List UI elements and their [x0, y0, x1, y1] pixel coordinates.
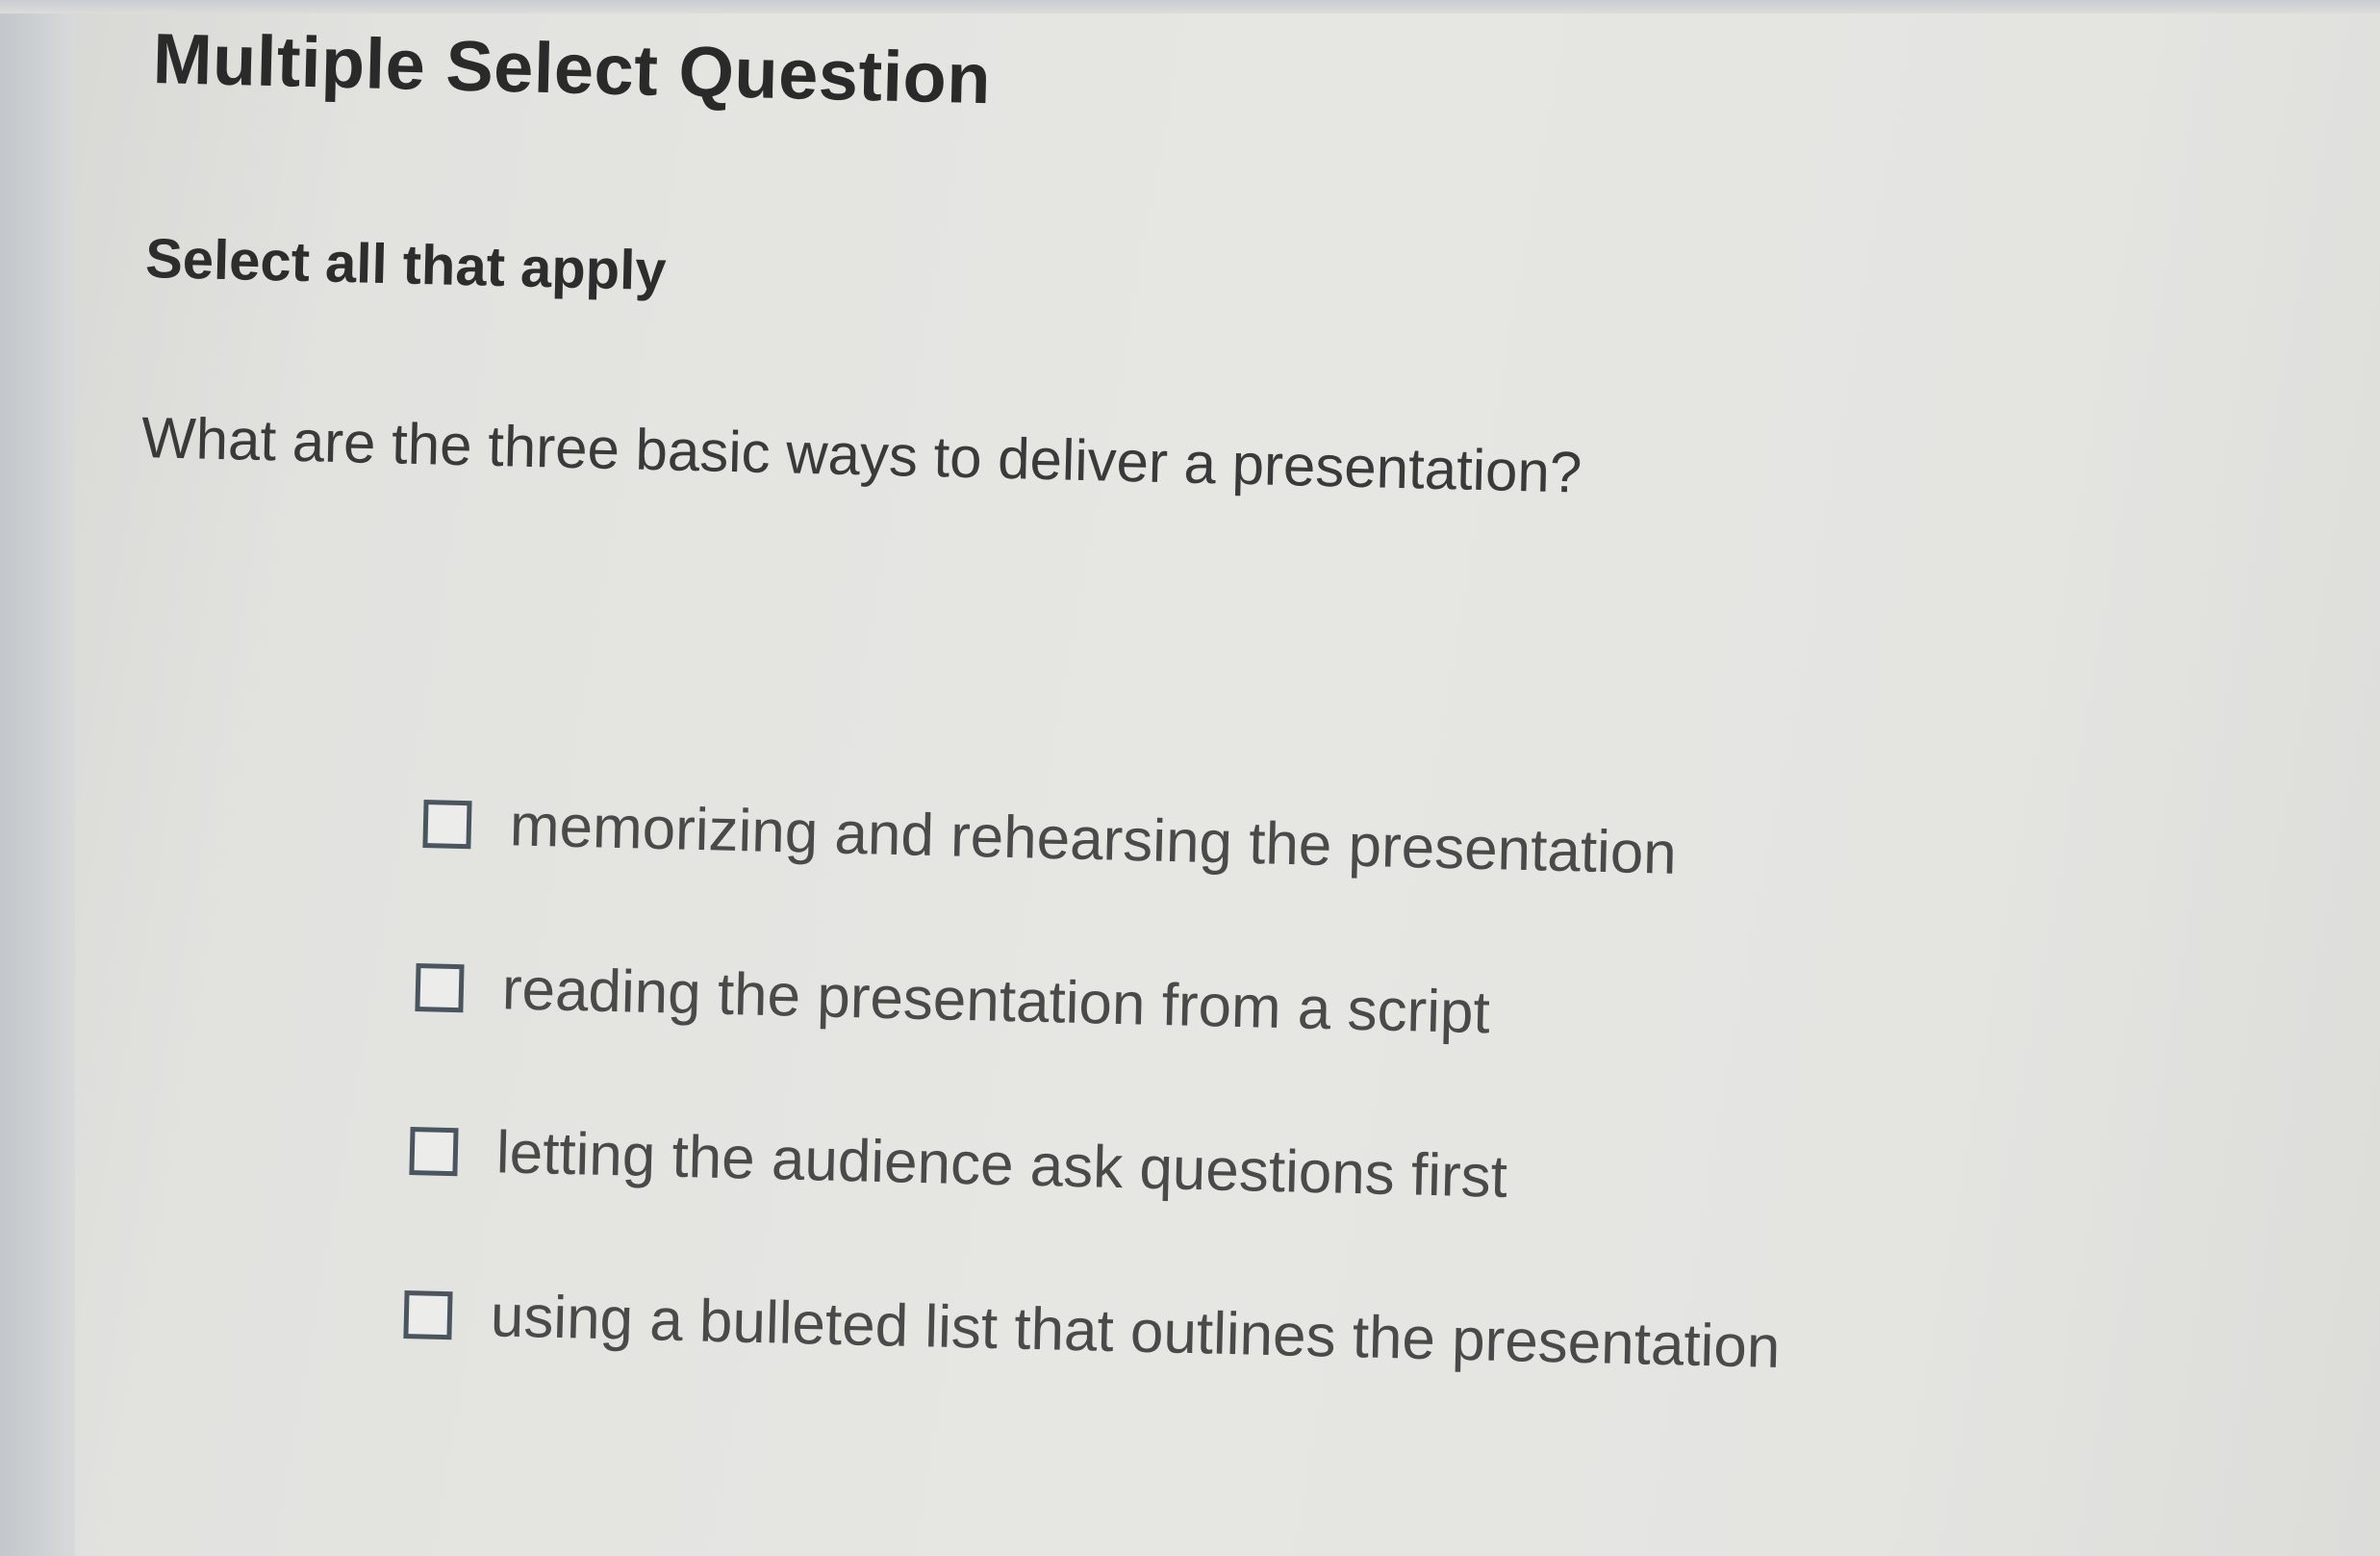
answer-option-label: memorizing and rehearsing the presentati… — [509, 792, 1678, 887]
checkbox[interactable] — [422, 799, 472, 849]
answer-option-memorizing[interactable]: memorizing and rehearsing the presentati… — [422, 789, 1678, 888]
answer-option-label: using a bulleted list that outlines the … — [490, 1283, 1782, 1381]
checkbox[interactable] — [409, 1126, 459, 1176]
checkbox[interactable] — [403, 1289, 453, 1339]
checkbox[interactable] — [415, 962, 465, 1012]
answer-option-audience-questions[interactable]: letting the audience ask questions first — [409, 1116, 1508, 1212]
answer-option-label: reading the presentation from a script — [501, 956, 1491, 1047]
answer-option-reading-script[interactable]: reading the presentation from a script — [415, 953, 1491, 1047]
answer-option-label: letting the audience ask questions first — [495, 1119, 1508, 1211]
answer-options: memorizing and rehearsing the presentati… — [0, 0, 2380, 1556]
answer-option-bulleted-list[interactable]: using a bulleted list that outlines the … — [403, 1280, 1781, 1382]
